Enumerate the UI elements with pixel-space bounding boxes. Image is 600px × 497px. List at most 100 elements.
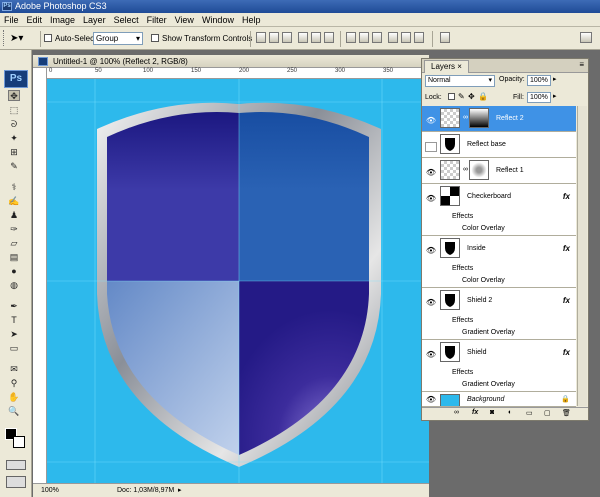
screen-mode-icon[interactable] (6, 476, 26, 488)
lock-position-icon[interactable]: ✥ (468, 92, 475, 101)
healing-brush-icon[interactable]: ⚕ (8, 182, 20, 193)
fx-icon[interactable]: fx (563, 296, 570, 305)
fx-icon[interactable]: fx (563, 348, 570, 357)
distribute-bottom-icon[interactable] (372, 32, 382, 43)
auto-select-dropdown[interactable]: Group ▾ (93, 32, 143, 45)
chain-icon[interactable]: ∞ (463, 166, 468, 173)
menu-edit[interactable]: Edit (23, 13, 47, 27)
menu-file[interactable]: File (0, 13, 23, 27)
type-tool-icon[interactable]: T (8, 315, 20, 326)
move-tool-icon[interactable]: ✥ (8, 90, 20, 101)
align-top-icon[interactable] (256, 32, 266, 43)
options-grip[interactable] (3, 30, 6, 46)
clone-stamp-icon[interactable]: ♟ (8, 210, 20, 221)
align-left-icon[interactable] (298, 32, 308, 43)
horizontal-ruler[interactable]: 0 50 100 150 200 250 300 350 (47, 68, 429, 79)
layers-scrollbar[interactable] (577, 106, 587, 406)
menu-select[interactable]: Select (110, 13, 143, 27)
pen-tool-icon[interactable]: ✒ (8, 301, 20, 312)
lasso-tool-icon[interactable]: ᘐ (8, 119, 20, 130)
layer-row-shield-2[interactable]: 👁 Shield 2 fx Effects Gradient Overlay (422, 288, 576, 340)
new-group-icon[interactable]: ▭ (526, 409, 533, 417)
eye-icon[interactable]: 👁 (425, 116, 437, 126)
adjustment-layer-icon[interactable]: ◐ (508, 409, 512, 416)
menu-layer[interactable]: Layer (79, 13, 110, 27)
status-arrow-icon[interactable]: ▸ (178, 484, 182, 497)
menu-image[interactable]: Image (46, 13, 79, 27)
eye-icon[interactable]: 👁 (425, 298, 437, 308)
palette-well-icon[interactable] (580, 32, 592, 43)
tab-layers[interactable]: Layers × (424, 60, 469, 73)
align-right-icon[interactable] (324, 32, 334, 43)
fx-icon[interactable]: fx (563, 192, 570, 201)
auto-align-icon[interactable] (440, 32, 450, 43)
layer-row-background[interactable]: 👁 Background 🔒 (422, 392, 576, 407)
zoom-level[interactable]: 100% (41, 484, 59, 497)
distribute-top-icon[interactable] (346, 32, 356, 43)
doc-info[interactable]: Doc: 1,03M/8,97M (117, 484, 174, 497)
eye-icon[interactable]: 👁 (425, 194, 437, 204)
fill-input[interactable]: 100% (527, 92, 551, 103)
align-bottom-icon[interactable] (282, 32, 292, 43)
crop-tool-icon[interactable]: ⊞ (8, 147, 20, 158)
layer-row-inside[interactable]: 👁 Inside fx Effects Color Overlay (422, 236, 576, 288)
eye-icon[interactable]: 👁 (425, 168, 437, 178)
shape-tool-icon[interactable]: ▭ (8, 343, 20, 354)
marquee-tool-icon[interactable]: ⬚ (8, 105, 20, 116)
layer-row-reflect-1[interactable]: 👁 ∞ Reflect 1 (422, 158, 576, 184)
delete-layer-icon[interactable]: 🗑 (562, 409, 571, 417)
lock-pixels-icon[interactable]: ✎ (458, 92, 465, 101)
lock-transparency-icon[interactable] (448, 93, 455, 100)
align-vcenter-icon[interactable] (269, 32, 279, 43)
distribute-left-icon[interactable] (388, 32, 398, 43)
close-icon[interactable]: × (457, 62, 462, 71)
gradient-tool-icon[interactable]: ▤ (8, 252, 20, 263)
menu-help[interactable]: Help (238, 13, 265, 27)
background-color-swatch[interactable] (13, 436, 25, 448)
opacity-slider-icon[interactable]: ▸ (553, 75, 557, 83)
eyedropper-icon[interactable]: ⚲ (8, 378, 20, 389)
menu-window[interactable]: Window (198, 13, 238, 27)
opacity-input[interactable]: 100% (527, 75, 551, 86)
layer-row-shield[interactable]: 👁 Shield fx Effects Gradient Overlay (422, 340, 576, 392)
panel-menu-icon[interactable]: ≡ (579, 60, 584, 69)
eye-toggle-empty[interactable] (425, 142, 437, 152)
zoom-tool-icon[interactable]: 🔍 (8, 406, 20, 417)
blur-tool-icon[interactable]: ● (8, 266, 20, 277)
distribute-vcenter-icon[interactable] (359, 32, 369, 43)
link-layers-icon[interactable]: ∞ (454, 409, 459, 416)
path-selection-icon[interactable]: ➤ (8, 329, 20, 340)
hand-tool-icon[interactable]: ✋ (8, 392, 20, 403)
new-layer-icon[interactable]: ▢ (544, 409, 551, 417)
vertical-ruler[interactable] (33, 68, 47, 483)
canvas[interactable] (47, 79, 429, 483)
eye-icon[interactable]: 👁 (425, 350, 437, 360)
eye-icon[interactable]: 👁 (425, 395, 437, 405)
brush-tool-icon[interactable]: ✍ (8, 196, 20, 207)
eye-icon[interactable]: 👁 (425, 246, 437, 256)
add-mask-icon[interactable]: ◙ (490, 409, 494, 416)
magic-wand-icon[interactable]: ✦ (8, 133, 20, 144)
slice-tool-icon[interactable]: ✎ (8, 161, 20, 172)
chain-icon[interactable]: ∞ (463, 114, 468, 121)
add-style-icon[interactable]: fx (472, 409, 478, 416)
history-brush-icon[interactable]: ✑ (8, 224, 20, 235)
distribute-right-icon[interactable] (414, 32, 424, 43)
menu-filter[interactable]: Filter (143, 13, 171, 27)
dodge-tool-icon[interactable]: ◍ (8, 280, 20, 291)
fx-icon[interactable]: fx (563, 244, 570, 253)
notes-tool-icon[interactable]: ✉ (8, 364, 20, 375)
menu-view[interactable]: View (171, 13, 198, 27)
quick-mask-icon[interactable] (6, 460, 26, 470)
layer-row-reflect-2[interactable]: 👁 ∞ Reflect 2 (422, 106, 576, 132)
eraser-tool-icon[interactable]: ▱ (8, 238, 20, 249)
blend-mode-dropdown[interactable]: Normal ▾ (425, 75, 495, 87)
move-tool-icon[interactable]: ➤▾ (10, 32, 23, 45)
layer-row-reflect-base[interactable]: Reflect base (422, 132, 576, 158)
layer-row-checkerboard[interactable]: 👁 Checkerboard fx Effects Color Overlay (422, 184, 576, 236)
lock-all-icon[interactable]: 🔒 (478, 92, 488, 101)
distribute-hcenter-icon[interactable] (401, 32, 411, 43)
align-hcenter-icon[interactable] (311, 32, 321, 43)
auto-select-checkbox[interactable]: Auto-Select: (44, 32, 99, 45)
show-transform-checkbox[interactable]: Show Transform Controls (151, 32, 252, 45)
